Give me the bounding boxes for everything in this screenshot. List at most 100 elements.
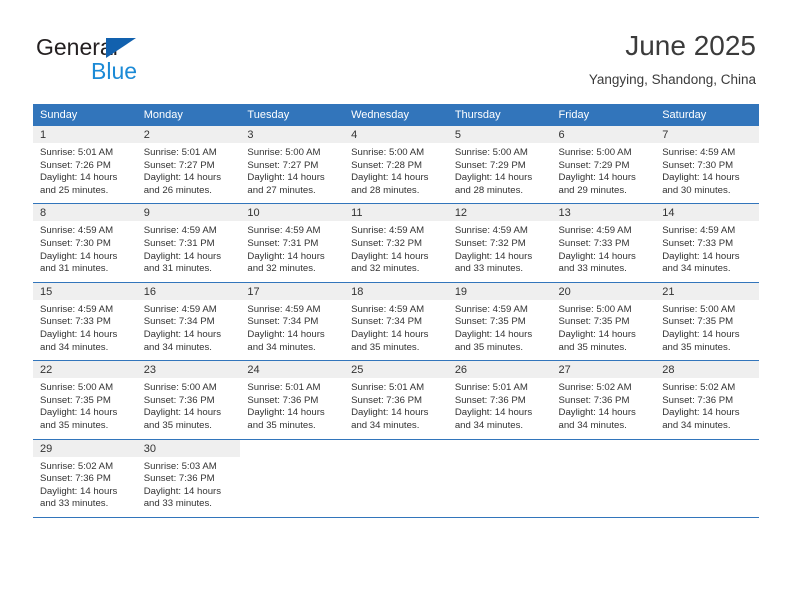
sunset-text: Sunset: 7:27 PM xyxy=(247,159,319,171)
daylight-text: Daylight: 14 hours and 34 minutes. xyxy=(454,407,533,431)
sunset-text: Sunset: 7:34 PM xyxy=(351,316,423,328)
sunset-text: Sunset: 7:36 PM xyxy=(558,394,630,406)
sunrise-text: Sunrise: 4:59 AM xyxy=(247,225,321,237)
day-cell[interactable]: 6 Sunrise: 5:00 AM Sunset: 7:29 PM Daylight… xyxy=(551,126,656,205)
day-cell[interactable]: 11 Sunrise: 4:59 AM Sunset: 7:32 PM Dayligh… xyxy=(344,203,448,283)
daylight-text: Daylight: 14 hours and 29 minutes. xyxy=(558,172,636,196)
sunset-text: Sunset: 7:35 PM xyxy=(558,316,630,328)
day-number: 16 xyxy=(136,282,241,300)
day-cell[interactable]: 15 Sunrise: 4:59 AM Sunset: 7:33 PM Dayligh… xyxy=(33,282,137,362)
day-number: 13 xyxy=(551,204,656,222)
sunset-text: Sunset: 7:36 PM xyxy=(454,394,526,406)
day-number: 29 xyxy=(33,439,137,457)
daylight-text: Daylight: 14 hours and 32 minutes. xyxy=(351,250,429,275)
day-cell[interactable]: 12 Sunrise: 4:59 AM Sunset: 7:32 PM Dayligh… xyxy=(447,203,552,283)
day-cell[interactable]: 22 Sunrise: 5:00 AM Sunset: 7:35 PM Dayligh… xyxy=(33,360,137,440)
day-cell[interactable]: 19 Sunrise: 4:59 AM Sunset: 7:35 PM Dayligh… xyxy=(447,282,552,362)
calendar-week-row: 29 Sunrise: 5:02 AM Sunset: 7:36 PM Dayligh… xyxy=(33,439,759,518)
sunset-text: Sunset: 7:35 PM xyxy=(662,316,734,328)
day-details: Sunrise: 5:02 AM Sunset: 7:36 PM Daylight:… xyxy=(552,378,656,438)
sunrise-text: Sunrise: 5:02 AM xyxy=(558,382,632,394)
location-subtitle: Yangying, Shandong, China xyxy=(588,72,756,87)
day-cell[interactable]: 20 Sunrise: 5:00 AM Sunset: 7:35 PM Dayligh… xyxy=(551,282,656,362)
day-cell[interactable]: 23 Sunrise: 5:00 AM Sunset: 7:36 PM Dayligh… xyxy=(136,360,241,440)
day-cell[interactable]: 4 Sunrise: 5:00 AM Sunset: 7:28 PM Daylight… xyxy=(344,126,448,205)
sunset-text: Sunset: 7:27 PM xyxy=(143,159,215,171)
daylight-text: Daylight: 14 hours and 35 minutes. xyxy=(247,407,325,431)
day-details: Sunrise: 4:59 AM Sunset: 7:34 PM Daylight:… xyxy=(344,300,448,360)
brand-logo[interactable]: General Blue xyxy=(36,34,216,90)
day-details: Sunrise: 4:59 AM Sunset: 7:34 PM Daylight:… xyxy=(240,300,344,360)
sunrise-text: Sunrise: 5:01 AM xyxy=(40,147,114,158)
sunrise-text: Sunrise: 4:59 AM xyxy=(143,225,217,237)
day-number xyxy=(240,439,345,457)
day-cell[interactable]: 25 Sunrise: 5:01 AM Sunset: 7:36 PM Dayligh… xyxy=(344,360,448,440)
day-number: 1 xyxy=(33,126,137,143)
day-number: 27 xyxy=(551,361,656,379)
day-cell[interactable]: 30 Sunrise: 5:03 AM Sunset: 7:36 PM Dayligh… xyxy=(136,439,241,518)
day-number: 14 xyxy=(655,204,759,222)
sunset-text: Sunset: 7:36 PM xyxy=(143,473,215,485)
day-number: 8 xyxy=(33,204,137,222)
day-cell[interactable]: 18 Sunrise: 4:59 AM Sunset: 7:34 PM Dayligh… xyxy=(344,282,448,362)
day-number: 18 xyxy=(344,282,448,300)
day-cell[interactable]: 24 Sunrise: 5:01 AM Sunset: 7:36 PM Dayligh… xyxy=(240,360,345,440)
day-number xyxy=(551,439,656,457)
day-details: Sunrise: 5:00 AM Sunset: 7:35 PM Daylight:… xyxy=(33,378,137,438)
weekday-header-monday: Monday xyxy=(136,104,241,126)
sunset-text: Sunset: 7:26 PM xyxy=(40,159,111,171)
day-details: Sunrise: 4:59 AM Sunset: 7:30 PM Daylight:… xyxy=(33,221,137,281)
sunset-text: Sunset: 7:29 PM xyxy=(558,159,630,171)
day-cell[interactable]: 10 Sunrise: 4:59 AM Sunset: 7:31 PM Dayligh… xyxy=(240,203,345,283)
day-cell[interactable]: 21 Sunrise: 5:00 AM Sunset: 7:35 PM Dayligh… xyxy=(655,282,759,362)
day-number: 30 xyxy=(136,439,241,457)
brand-name-blue: Blue xyxy=(91,58,138,84)
day-cell[interactable]: 27 Sunrise: 5:02 AM Sunset: 7:36 PM Dayligh… xyxy=(551,360,656,440)
day-cell[interactable]: 8 Sunrise: 4:59 AM Sunset: 7:30 PM Daylight… xyxy=(33,203,137,283)
day-number: 2 xyxy=(136,126,241,143)
daylight-text: Daylight: 14 hours and 33 minutes. xyxy=(454,250,533,275)
day-number: 25 xyxy=(344,361,448,379)
day-cell-empty xyxy=(344,439,448,518)
day-details: Sunrise: 5:01 AM Sunset: 7:36 PM Daylight:… xyxy=(344,378,448,438)
day-cell-empty xyxy=(447,439,552,518)
sunrise-text: Sunrise: 4:59 AM xyxy=(351,303,425,315)
sunrise-text: Sunrise: 5:00 AM xyxy=(558,147,632,158)
sunrise-text: Sunrise: 5:03 AM xyxy=(143,460,217,472)
day-cell[interactable]: 3 Sunrise: 5:00 AM Sunset: 7:27 PM Daylight… xyxy=(240,126,345,205)
day-details: Sunrise: 5:02 AM Sunset: 7:36 PM Daylight:… xyxy=(655,378,759,438)
daylight-text: Daylight: 14 hours and 35 minutes. xyxy=(454,328,533,353)
day-cell[interactable]: 17 Sunrise: 4:59 AM Sunset: 7:34 PM Dayligh… xyxy=(240,282,345,362)
day-cell[interactable]: 28 Sunrise: 5:02 AM Sunset: 7:36 PM Dayligh… xyxy=(655,360,759,440)
sunset-text: Sunset: 7:33 PM xyxy=(662,237,734,249)
day-cell[interactable]: 14 Sunrise: 4:59 AM Sunset: 7:33 PM Dayligh… xyxy=(655,203,759,283)
weekday-header-sunday: Sunday xyxy=(33,104,137,126)
day-cell[interactable]: 2 Sunrise: 5:01 AM Sunset: 7:27 PM Daylight… xyxy=(136,126,241,205)
sunrise-text: Sunrise: 4:59 AM xyxy=(454,225,528,237)
day-number: 26 xyxy=(447,361,552,379)
calendar-page: General Blue June 2025 Yangying, Shandon… xyxy=(0,0,792,612)
day-cell[interactable]: 7 Sunrise: 4:59 AM Sunset: 7:30 PM Daylight… xyxy=(655,126,759,205)
day-cell[interactable]: 13 Sunrise: 4:59 AM Sunset: 7:33 PM Dayligh… xyxy=(551,203,656,283)
sunrise-text: Sunrise: 4:59 AM xyxy=(143,303,217,315)
day-cell[interactable]: 9 Sunrise: 4:59 AM Sunset: 7:31 PM Daylight… xyxy=(136,203,241,283)
day-cell[interactable]: 26 Sunrise: 5:01 AM Sunset: 7:36 PM Dayligh… xyxy=(447,360,552,440)
day-number: 23 xyxy=(136,361,241,379)
day-details: Sunrise: 5:00 AM Sunset: 7:28 PM Daylight:… xyxy=(344,143,448,203)
day-details: Sunrise: 5:00 AM Sunset: 7:35 PM Daylight:… xyxy=(655,300,759,360)
day-cell[interactable]: 1 Sunrise: 5:01 AM Sunset: 7:26 PM Daylight… xyxy=(33,126,137,205)
day-details: Sunrise: 5:00 AM Sunset: 7:35 PM Daylight:… xyxy=(552,300,656,360)
day-cell[interactable]: 5 Sunrise: 5:00 AM Sunset: 7:29 PM Daylight… xyxy=(447,126,552,205)
sunset-text: Sunset: 7:36 PM xyxy=(247,394,319,406)
sunrise-text: Sunrise: 5:00 AM xyxy=(40,382,114,394)
daylight-text: Daylight: 14 hours and 34 minutes. xyxy=(662,250,740,275)
weekday-header-wednesday: Wednesday xyxy=(344,104,448,126)
day-cell[interactable]: 29 Sunrise: 5:02 AM Sunset: 7:36 PM Dayligh… xyxy=(33,439,137,518)
day-cell[interactable]: 16 Sunrise: 4:59 AM Sunset: 7:34 PM Dayligh… xyxy=(136,282,241,362)
sunset-text: Sunset: 7:29 PM xyxy=(454,159,526,171)
daylight-text: Daylight: 14 hours and 28 minutes. xyxy=(351,172,429,196)
daylight-text: Daylight: 14 hours and 35 minutes. xyxy=(662,328,740,353)
sunrise-text: Sunrise: 5:01 AM xyxy=(247,382,321,394)
day-details: Sunrise: 5:01 AM Sunset: 7:36 PM Daylight:… xyxy=(448,378,552,438)
day-cell-empty xyxy=(655,439,759,518)
